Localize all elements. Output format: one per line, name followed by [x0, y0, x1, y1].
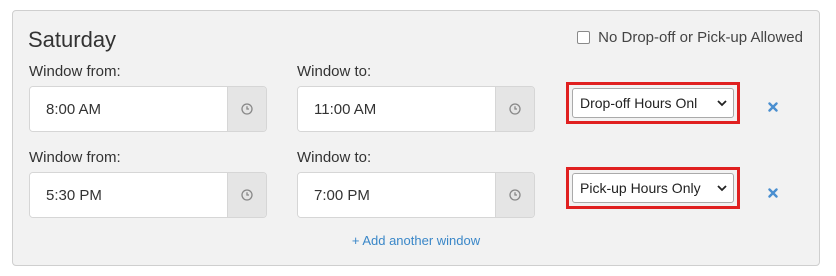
window-type-select[interactable]: Pick-up Hours Only: [572, 173, 734, 203]
window-type-value: Drop-off Hours Onl: [580, 95, 698, 111]
window-to-value[interactable]: 7:00 PM: [298, 173, 495, 217]
remove-window-button[interactable]: [766, 100, 780, 114]
no-dropoff-option[interactable]: No Drop-off or Pick-up Allowed: [577, 29, 803, 46]
window-from-label: Window from:: [29, 149, 121, 166]
add-window-link[interactable]: + Add another window: [13, 233, 819, 248]
window-from-label: Window from:: [29, 63, 121, 80]
window-to-label: Window to:: [297, 149, 372, 166]
day-schedule-panel: Saturday No Drop-off or Pick-up Allowed …: [12, 10, 820, 266]
window-from-value[interactable]: 8:00 AM: [30, 87, 227, 131]
window-type-select[interactable]: Drop-off Hours Onl: [572, 88, 734, 118]
remove-window-button[interactable]: [766, 186, 780, 200]
window-type-highlight: Pick-up Hours Only: [566, 167, 740, 209]
clock-icon[interactable]: [227, 87, 266, 131]
window-to-input[interactable]: 7:00 PM: [297, 172, 535, 218]
no-dropoff-checkbox[interactable]: [577, 31, 591, 44]
window-type-value: Pick-up Hours Only: [580, 180, 701, 196]
day-title: Saturday: [28, 27, 117, 52]
close-icon: [768, 102, 778, 112]
window-from-input[interactable]: 5:30 PM: [29, 172, 267, 218]
chevron-down-icon: [717, 184, 727, 191]
clock-icon[interactable]: [495, 173, 534, 217]
close-icon: [768, 188, 778, 198]
chevron-down-icon: [717, 99, 727, 106]
window-to-label: Window to:: [297, 63, 372, 80]
window-from-input[interactable]: 8:00 AM: [29, 86, 267, 132]
window-to-value[interactable]: 11:00 AM: [298, 87, 495, 131]
clock-icon[interactable]: [495, 87, 534, 131]
window-from-value[interactable]: 5:30 PM: [30, 173, 227, 217]
window-type-highlight: Drop-off Hours Onl: [566, 82, 740, 124]
clock-icon[interactable]: [227, 173, 266, 217]
no-dropoff-label: No Drop-off or Pick-up Allowed: [598, 29, 803, 46]
window-to-input[interactable]: 11:00 AM: [297, 86, 535, 132]
